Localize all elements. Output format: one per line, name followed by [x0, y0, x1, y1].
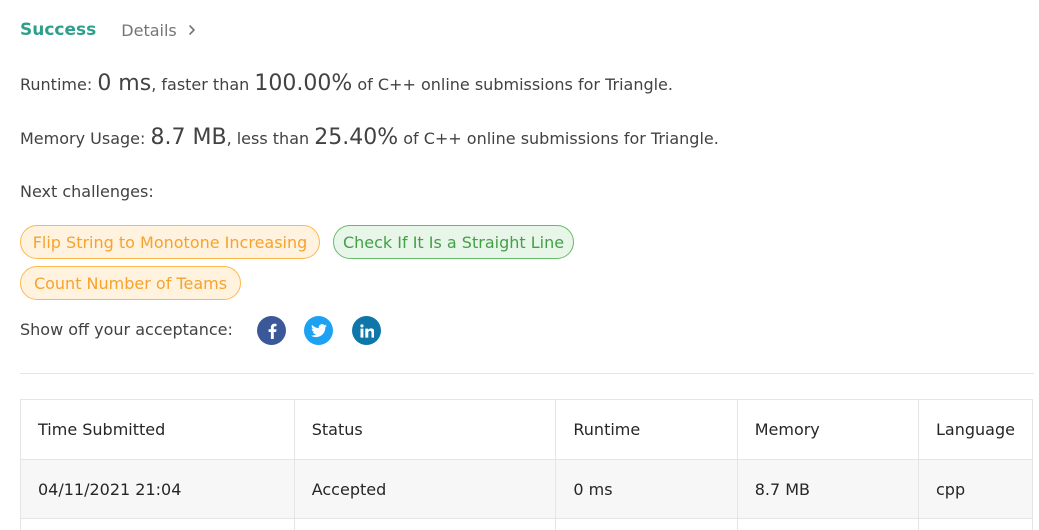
runtime-percent: 100.00% [254, 71, 353, 96]
table-row-partial [20, 518, 1033, 530]
table-row: 04/11/2021 21:04 Accepted 0 ms 8.7 MB cp… [20, 459, 1033, 519]
column-header-language: Language [918, 399, 1033, 460]
twitter-icon [310, 323, 327, 337]
result-header: Success Details [20, 20, 198, 40]
submissions-table: Time Submitted Status Runtime Memory Lan… [20, 399, 1033, 530]
cell-status-link[interactable]: Accepted [293, 459, 557, 519]
challenge-tag-count-teams[interactable]: Count Number of Teams [20, 266, 241, 300]
twitter-share-button[interactable] [304, 316, 333, 345]
runtime-suffix: of C++ online submissions for Triangle. [357, 75, 673, 94]
challenge-tag-flip-string[interactable]: Flip String to Monotone Increasing [20, 225, 320, 259]
memory-suffix: of C++ online submissions for Triangle. [403, 129, 719, 148]
details-link[interactable]: Details [121, 21, 197, 40]
memory-percent: 25.40% [314, 125, 399, 150]
challenge-tag-straight-line[interactable]: Check If It Is a Straight Line [333, 225, 574, 259]
chevron-right-icon [188, 25, 195, 35]
runtime-stat: Runtime: 0 ms, faster than 100.00% of C+… [20, 71, 673, 96]
runtime-value: 0 ms [97, 71, 152, 96]
linkedin-icon [359, 323, 374, 338]
facebook-share-button[interactable] [257, 316, 286, 345]
memory-mid: , less than [226, 129, 310, 148]
memory-label: Memory Usage: [20, 129, 146, 148]
memory-stat: Memory Usage: 8.7 MB, less than 25.40% o… [20, 125, 719, 150]
next-challenges-label: Next challenges: [20, 182, 154, 201]
column-header-time: Time Submitted [20, 399, 295, 460]
memory-value: 8.7 MB [150, 125, 227, 150]
facebook-icon [268, 323, 276, 339]
share-label: Show off your acceptance: [20, 320, 233, 339]
cell-memory: 8.7 MB [736, 459, 920, 519]
linkedin-share-button[interactable] [352, 316, 381, 345]
runtime-label: Runtime: [20, 75, 93, 94]
column-header-status: Status [293, 399, 557, 460]
table-header-row: Time Submitted Status Runtime Memory Lan… [20, 399, 1033, 460]
success-status: Success [20, 20, 97, 40]
runtime-mid: , faster than [151, 75, 250, 94]
details-label: Details [121, 20, 177, 40]
column-header-runtime: Runtime [555, 399, 738, 460]
cell-language: cpp [918, 459, 1033, 519]
column-header-memory: Memory [736, 399, 920, 460]
cell-time: 04/11/2021 21:04 [20, 459, 295, 519]
section-divider [20, 373, 1034, 374]
cell-runtime: 0 ms [555, 459, 738, 519]
